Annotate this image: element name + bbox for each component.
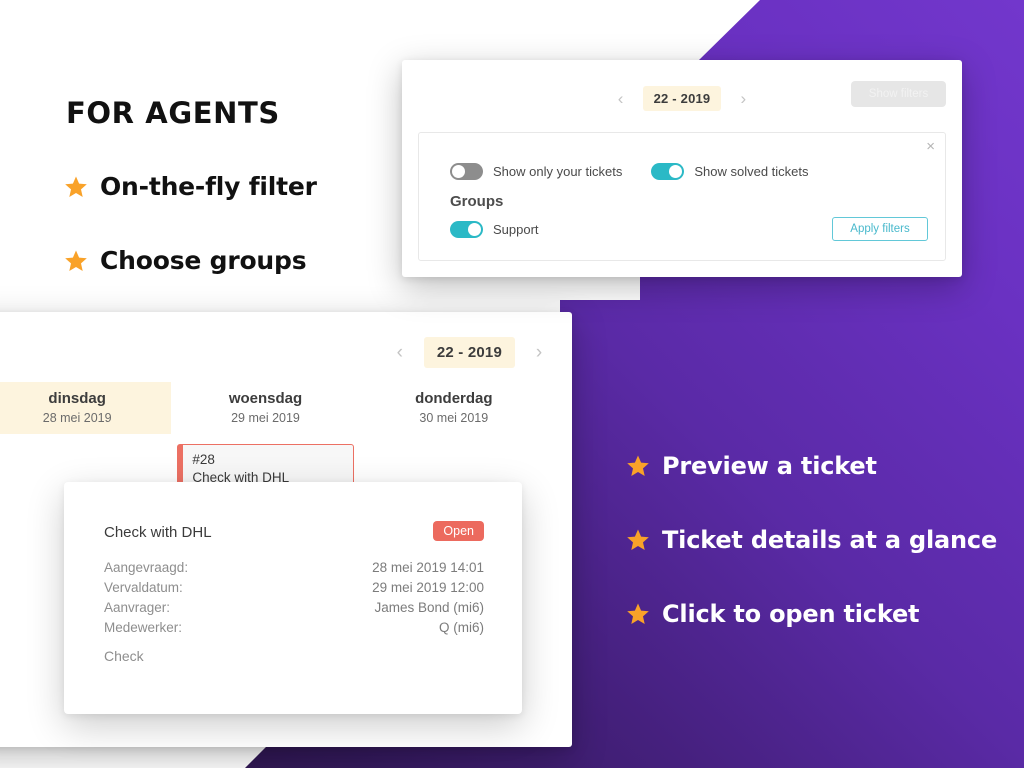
group-item-support[interactable]: Support: [450, 221, 539, 238]
day-date: 30 mei 2019: [419, 411, 489, 425]
toggle-knob: [669, 165, 683, 178]
star-icon: [64, 249, 88, 273]
ticket-meta-list: Aangevraagd: 28 mei 2019 14:01 Vervaldat…: [104, 558, 484, 638]
feature-bullet-ticket-details: Ticket details at a glance: [626, 526, 997, 554]
feature-bullet-label: Preview a ticket: [662, 452, 877, 480]
meta-value: 28 mei 2019 14:01: [372, 560, 484, 575]
toggle-label: Show only your tickets: [493, 164, 623, 179]
feature-bullet-label: On-the-fly filter: [100, 172, 317, 201]
day-name: donderdag: [415, 390, 493, 407]
chevron-left-icon[interactable]: ‹: [613, 90, 629, 107]
calendar-week-value[interactable]: 22 - 2019: [423, 337, 515, 368]
screenshot-root: FOR AGENTS On-the-fly filter Choose grou…: [0, 0, 1024, 768]
toggle-switch-on[interactable]: [450, 221, 483, 238]
day-date: 29 mei 2019: [231, 411, 300, 425]
star-icon: [626, 454, 650, 478]
chevron-right-icon[interactable]: ›: [531, 343, 547, 362]
day-header[interactable]: dinsdag 28 mei 2019: [0, 382, 172, 434]
page-title: FOR AGENTS: [66, 96, 280, 130]
meta-label: Vervaldatum:: [104, 580, 183, 595]
day-name: woensdag: [228, 390, 303, 407]
meta-label: Aangevraagd:: [104, 560, 189, 575]
feature-bullet-preview-a-ticket: Preview a ticket: [626, 452, 877, 480]
groups-heading: Groups: [450, 193, 504, 210]
feature-bullet-choose-groups: Choose groups: [64, 246, 307, 275]
toggle-row: Show only your tickets Show solved ticke…: [450, 163, 809, 180]
day-header[interactable]: woensdag 29 mei 2019: [171, 382, 359, 434]
day-date: 28 mei 2019: [42, 411, 112, 425]
ticket-id: #28: [192, 452, 215, 467]
day-name: dinsdag: [48, 390, 106, 407]
star-icon: [64, 175, 88, 199]
meta-label: Medewerker:: [104, 620, 183, 635]
feature-bullet-label: Ticket details at a glance: [662, 526, 998, 554]
ticket-body-text: Check: [104, 648, 144, 664]
ticket-preview-popover: Check with DHL Open Aangevraagd: 28 mei …: [64, 482, 522, 714]
meta-row: Medewerker: Q (mi6): [104, 618, 484, 638]
meta-row: Aanvrager: James Bond (mi6): [104, 598, 484, 618]
feature-bullet-click-to-open: Click to open ticket: [626, 600, 920, 628]
toggle-show-only-your-tickets[interactable]: Show only your tickets: [450, 163, 622, 180]
star-icon: [626, 528, 650, 552]
chevron-right-icon[interactable]: ›: [735, 90, 751, 107]
day-header[interactable]: donderdag 30 mei 2019: [360, 382, 548, 434]
calendar-week-navigator: ‹ 22 - 2019 ›: [392, 337, 547, 368]
apply-filters-button[interactable]: Apply filters: [832, 217, 928, 241]
filters-card: ‹ 22 - 2019 › Show filters × Show only y…: [402, 60, 962, 277]
status-badge: Open: [433, 521, 484, 541]
meta-value: Q (mi6): [439, 620, 484, 635]
group-label: Support: [493, 222, 539, 237]
toggle-show-solved-tickets[interactable]: Show solved tickets: [651, 163, 809, 180]
toggle-label: Show solved tickets: [694, 164, 809, 179]
week-value[interactable]: 22 - 2019: [642, 86, 722, 111]
star-icon: [626, 602, 650, 626]
feature-bullet-on-the-fly-filter: On-the-fly filter: [64, 172, 317, 201]
meta-value: James Bond (mi6): [374, 600, 484, 615]
toggle-switch-off[interactable]: [450, 163, 483, 180]
meta-value: 29 mei 2019 12:00: [372, 580, 484, 595]
feature-bullet-label: Choose groups: [100, 246, 307, 275]
filter-panel: × Show only your tickets Show solved tic…: [418, 132, 946, 261]
meta-row: Vervaldatum: 29 mei 2019 12:00: [104, 578, 484, 598]
meta-label: Aanvrager:: [104, 600, 171, 615]
chevron-left-icon[interactable]: ‹: [392, 343, 408, 362]
toggle-knob: [452, 165, 465, 178]
ticket-title: Check with DHL: [104, 524, 212, 541]
close-icon[interactable]: ×: [926, 139, 935, 154]
meta-row: Aangevraagd: 28 mei 2019 14:01: [104, 558, 484, 578]
show-filters-button[interactable]: Show filters: [851, 81, 946, 107]
toggle-knob: [468, 223, 481, 236]
feature-bullet-label: Click to open ticket: [662, 600, 920, 628]
toggle-switch-on[interactable]: [651, 163, 685, 180]
